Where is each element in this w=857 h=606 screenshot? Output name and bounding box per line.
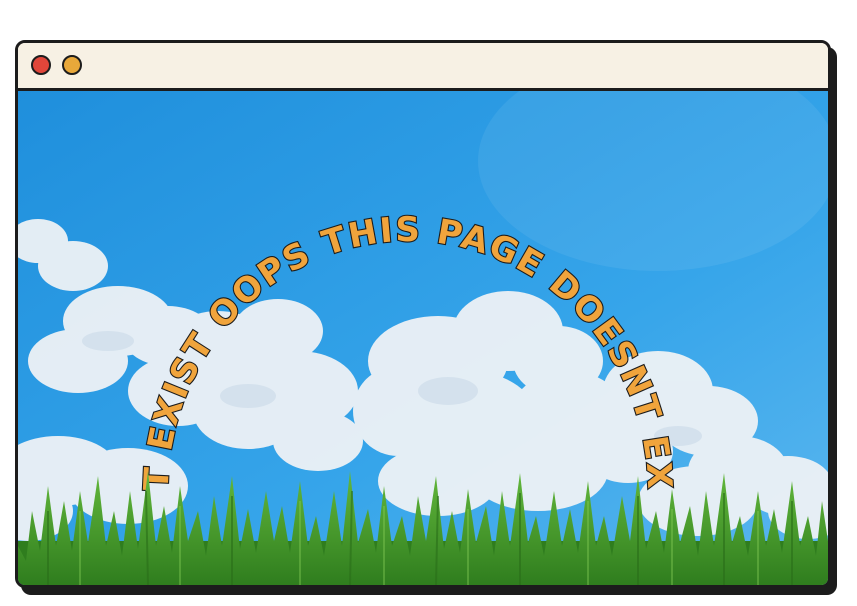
- browser-window: T EXIST OOPS THIS PAGE DOESNT EXIS: [15, 40, 831, 588]
- title-bar: [18, 43, 828, 91]
- sky-scene: T EXIST OOPS THIS PAGE DOESNT EXIS: [18, 91, 828, 585]
- page-viewport: T EXIST OOPS THIS PAGE DOESNT EXIS: [18, 91, 828, 585]
- close-button[interactable]: [31, 55, 51, 75]
- minimize-button[interactable]: [62, 55, 82, 75]
